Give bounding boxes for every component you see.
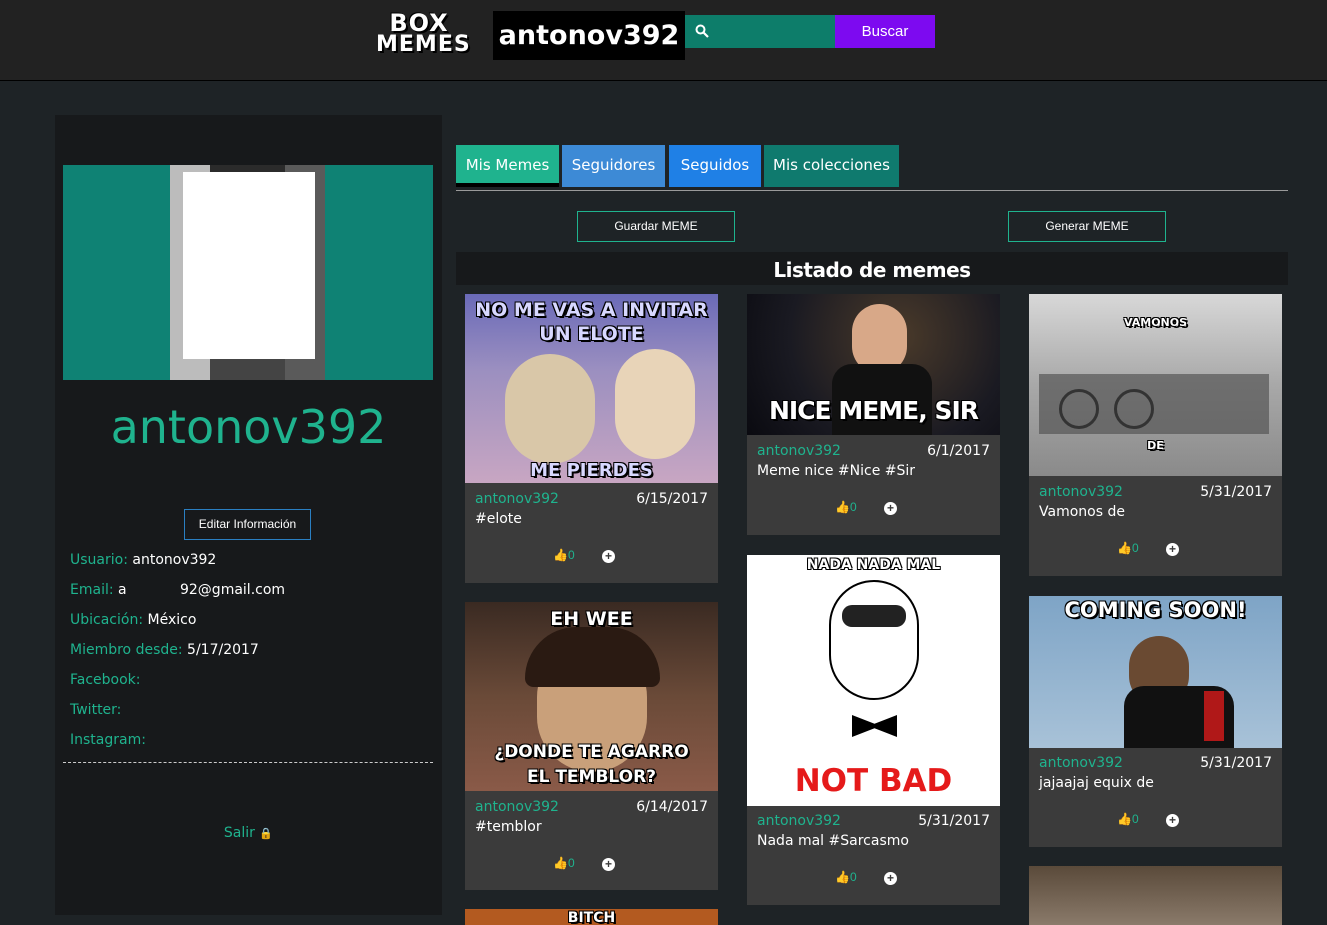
profile-name: antonov392 [110,400,387,454]
info-facebook: Facebook: [70,672,141,688]
info-email: Email: a 92@gmail.com [70,582,286,598]
lock-icon: 🔒 [259,827,274,840]
info-instagram: Instagram: [70,732,146,748]
tabs-underline [456,190,1288,191]
tab-mis-colecciones[interactable]: Mis colecciones [764,145,899,187]
meme-image[interactable]: VAMONOS DE [1029,294,1282,476]
meme-author[interactable]: antonov392 [475,491,559,507]
info-usuario: Usuario: antonov392 [70,552,217,568]
like-button[interactable]: 👍0 [553,548,575,562]
thumbs-up-icon: 👍 [553,548,568,562]
add-to-collection-icon[interactable]: + [1166,814,1179,827]
meme-description: Nada mal #Sarcasmo [757,833,909,849]
search-icon [695,24,709,38]
header-username[interactable]: antonov392 [493,11,685,60]
add-to-collection-icon[interactable]: + [884,872,897,885]
add-to-collection-icon[interactable]: + [602,550,615,563]
generate-meme-button[interactable]: Generar MEME [1008,211,1166,242]
like-button[interactable]: 👍0 [1117,541,1139,555]
list-title: Listado de memes [456,252,1288,285]
meme-card[interactable]: NADA NADA MAL NOT BAD antonov392 5/31/20… [747,555,1000,905]
meme-description: Vamonos de [1039,504,1125,520]
meme-author[interactable]: antonov392 [1039,755,1123,771]
meme-description: jajaajaj equix de [1039,775,1154,791]
meme-card[interactable]: COMING SOON! antonov392 5/31/2017 jajaaj… [1029,596,1282,847]
meme-description: #temblor [475,819,542,835]
tab-seguidores[interactable]: Seguidores [562,145,665,187]
boxmemes-logo[interactable]: BOX MEMES [376,11,470,60]
thumbs-up-icon: 👍 [1117,812,1132,826]
thumbs-up-icon: 👍 [835,870,850,884]
search-button[interactable]: Buscar [835,15,935,48]
search-box[interactable] [685,15,835,48]
meme-card[interactable] [1029,866,1282,925]
meme-author[interactable]: antonov392 [475,799,559,815]
photo-redaction [183,172,315,359]
meme-author[interactable]: antonov392 [1039,484,1123,500]
meme-card[interactable]: VAMONOS DE antonov392 5/31/2017 Vamonos … [1029,294,1282,576]
meme-image[interactable]: COMING SOON! [1029,596,1282,748]
meme-card[interactable]: BITCH [465,909,718,925]
meme-date: 6/14/2017 [636,799,708,815]
logout-link[interactable]: Salir 🔒 [55,825,442,841]
meme-image[interactable]: NICE MEME, SIR [747,294,1000,435]
meme-date: 5/31/2017 [918,813,990,829]
meme-date: 5/31/2017 [1200,755,1272,771]
meme-image[interactable] [1029,866,1282,925]
thumbs-up-icon: 👍 [1117,541,1132,555]
like-button[interactable]: 👍0 [835,870,857,884]
divider [63,762,433,763]
like-button[interactable]: 👍0 [1117,812,1139,826]
tab-seguidos[interactable]: Seguidos [669,145,761,187]
meme-date: 5/31/2017 [1200,484,1272,500]
meme-image[interactable]: EH WEE ¿DONDE TE AGARRO EL TEMBLOR? [465,602,718,791]
meme-image[interactable]: NO ME VAS A INVITAR UN ELOTE ME PIERDES [465,294,718,483]
add-to-collection-icon[interactable]: + [884,502,897,515]
profile-sidebar: antonov392 Editar Información Usuario: a… [55,115,442,915]
info-twitter: Twitter: [70,702,122,718]
top-navbar: BOX MEMES antonov392 Buscar [0,0,1327,81]
meme-description: Meme nice #Nice #Sir [757,463,916,479]
profile-banner [63,165,433,380]
meme-date: 6/15/2017 [636,491,708,507]
meme-author[interactable]: antonov392 [757,813,841,829]
info-ubicacion: Ubicación: México [70,612,197,628]
meme-card[interactable]: NICE MEME, SIR antonov392 6/1/2017 Meme … [747,294,1000,535]
thumbs-up-icon: 👍 [553,856,568,870]
add-to-collection-icon[interactable]: + [1166,543,1179,556]
thumbs-up-icon: 👍 [835,500,850,514]
like-button[interactable]: 👍0 [835,500,857,514]
like-button[interactable]: 👍0 [553,856,575,870]
profile-photo [170,165,325,380]
tab-mis-memes[interactable]: Mis Memes [456,145,559,187]
search-input[interactable] [715,15,833,48]
meme-card[interactable]: EH WEE ¿DONDE TE AGARRO EL TEMBLOR? anto… [465,602,718,890]
edit-info-button[interactable]: Editar Información [184,509,311,540]
add-to-collection-icon[interactable]: + [602,858,615,871]
save-meme-button[interactable]: Guardar MEME [577,211,735,242]
meme-date: 6/1/2017 [927,443,990,459]
meme-image[interactable]: NADA NADA MAL NOT BAD [747,555,1000,806]
meme-description: #elote [475,511,522,527]
meme-card[interactable]: NO ME VAS A INVITAR UN ELOTE ME PIERDES … [465,294,718,583]
meme-author[interactable]: antonov392 [757,443,841,459]
info-miembro: Miembro desde: 5/17/2017 [70,642,259,658]
